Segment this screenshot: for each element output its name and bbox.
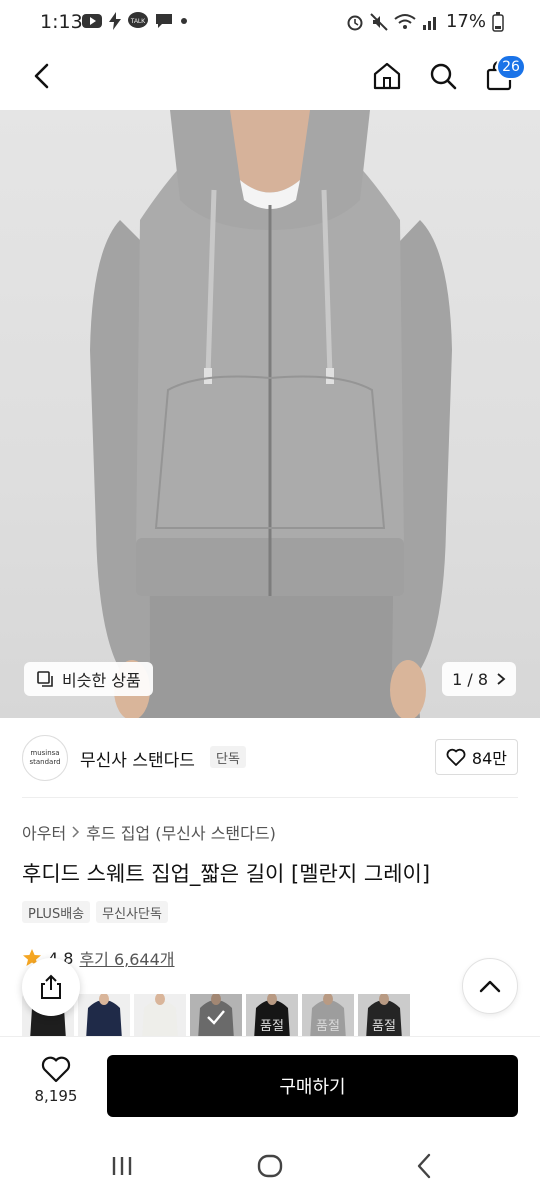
chevron-right-icon [72, 826, 80, 838]
cart-count-badge: 26 [496, 54, 526, 80]
similar-items-icon [37, 671, 53, 687]
image-pager-text: 1 / 8 [452, 669, 488, 689]
alarm-icon [347, 15, 363, 30]
home-icon [373, 62, 401, 90]
back-arrow-icon [417, 1153, 431, 1179]
color-option-thumb[interactable] [78, 994, 130, 1040]
selected-check-icon [190, 994, 242, 1040]
purchase-bar: 8,195 구매하기 [0, 1036, 540, 1132]
divider [22, 797, 518, 798]
status-notification-icons: TALK [82, 12, 188, 30]
product-image-carousel[interactable]: 비슷한 상품 1 / 8 [0, 110, 540, 718]
back-nav-button[interactable] [404, 1150, 444, 1182]
brand-row: musinsa standard 무신사 스탠다드 단독 84만 [0, 718, 540, 798]
flash-icon [109, 12, 121, 30]
hoodie-thumbnail-image [86, 994, 122, 1040]
search-button[interactable] [426, 56, 460, 96]
heart-icon [446, 748, 466, 766]
talk-icon: TALK [128, 12, 148, 28]
exclusive-badge: 단독 [210, 746, 246, 768]
tag-plus-delivery: PLUS배송 [22, 901, 91, 923]
brand-logo[interactable]: musinsa standard [22, 735, 68, 781]
youtube-icon [82, 14, 102, 28]
recent-apps-icon [112, 1157, 132, 1175]
hoodie-thumbnail-image [142, 994, 178, 1040]
status-time: 1:13 [40, 11, 83, 33]
back-button[interactable] [24, 58, 60, 94]
tag-exclusive: 무신사단독 [96, 901, 168, 923]
search-icon [430, 63, 457, 90]
wishlist-count: 8,195 [34, 1087, 78, 1105]
home-nav-button[interactable] [250, 1150, 290, 1182]
chevron-right-icon [497, 673, 506, 685]
product-tags: PLUS배송 무신사단독 [22, 901, 168, 923]
share-icon [41, 974, 61, 999]
wifi-icon [394, 13, 416, 29]
product-title: 후디드 스웨트 집업_짧은 길이 [멜란지 그레이] [22, 862, 431, 886]
similar-products-button[interactable]: 비슷한 상품 [24, 662, 153, 696]
cart-button[interactable]: 26 [482, 54, 526, 96]
app-header: 26 [0, 44, 540, 110]
chevron-up-icon [479, 980, 501, 993]
signal-icon [422, 16, 436, 30]
breadcrumb: 아우터 후드 집업 (무신사 스탠다드) [22, 820, 276, 844]
color-option-thumb[interactable]: 품절 [246, 994, 298, 1040]
header-actions: 26 [370, 54, 526, 96]
soldout-label: 품절 [260, 1019, 284, 1034]
status-system-icons: 17% [346, 11, 504, 32]
buy-button[interactable]: 구매하기 [107, 1055, 518, 1117]
similar-products-label: 비슷한 상품 [62, 671, 141, 690]
home-button[interactable] [370, 56, 404, 96]
color-option-thumb[interactable]: 품절 [358, 994, 410, 1040]
review-count-link[interactable]: 후기 6,644개 [79, 946, 174, 970]
soldout-label: 품절 [316, 1019, 340, 1034]
brand-name[interactable]: 무신사 스탠다드 [80, 746, 195, 771]
dot-icon [181, 18, 187, 24]
soldout-label: 품절 [372, 1019, 396, 1034]
battery-icon [492, 11, 504, 32]
brand-logo-line1: musinsa [30, 749, 60, 757]
heart-icon [41, 1056, 71, 1083]
wishlist-button[interactable]: 8,195 [24, 1055, 88, 1117]
image-pager[interactable]: 1 / 8 [442, 662, 516, 696]
brand-like-button[interactable]: 84만 [434, 739, 518, 775]
brand-like-count: 84만 [471, 749, 507, 768]
status-bar: 1:13 TALK 17% [0, 0, 540, 44]
color-option-thumb[interactable]: 품절 [302, 994, 354, 1040]
color-option-thumb[interactable] [190, 994, 242, 1040]
product-photo-gray-hoodie [90, 110, 452, 718]
mute-icon [370, 12, 388, 31]
breadcrumb-item[interactable]: 후드 집업 (무신사 스탠다드) [86, 820, 276, 844]
chevron-left-icon [34, 63, 49, 89]
share-button[interactable] [22, 958, 80, 1016]
scroll-to-top-button[interactable] [462, 958, 518, 1014]
chat-icon [156, 14, 172, 28]
color-options: 품절 품절 품절 [22, 994, 417, 1040]
breadcrumb-item[interactable]: 아우터 [22, 820, 66, 844]
svg-text:TALK: TALK [131, 19, 146, 25]
battery-percentage: 17% [445, 11, 486, 32]
home-circle-icon [257, 1154, 283, 1178]
system-navigation-bar [0, 1132, 540, 1200]
recent-apps-button[interactable] [102, 1150, 142, 1182]
color-option-thumb[interactable] [134, 994, 186, 1040]
brand-logo-line2: standard [29, 758, 61, 766]
